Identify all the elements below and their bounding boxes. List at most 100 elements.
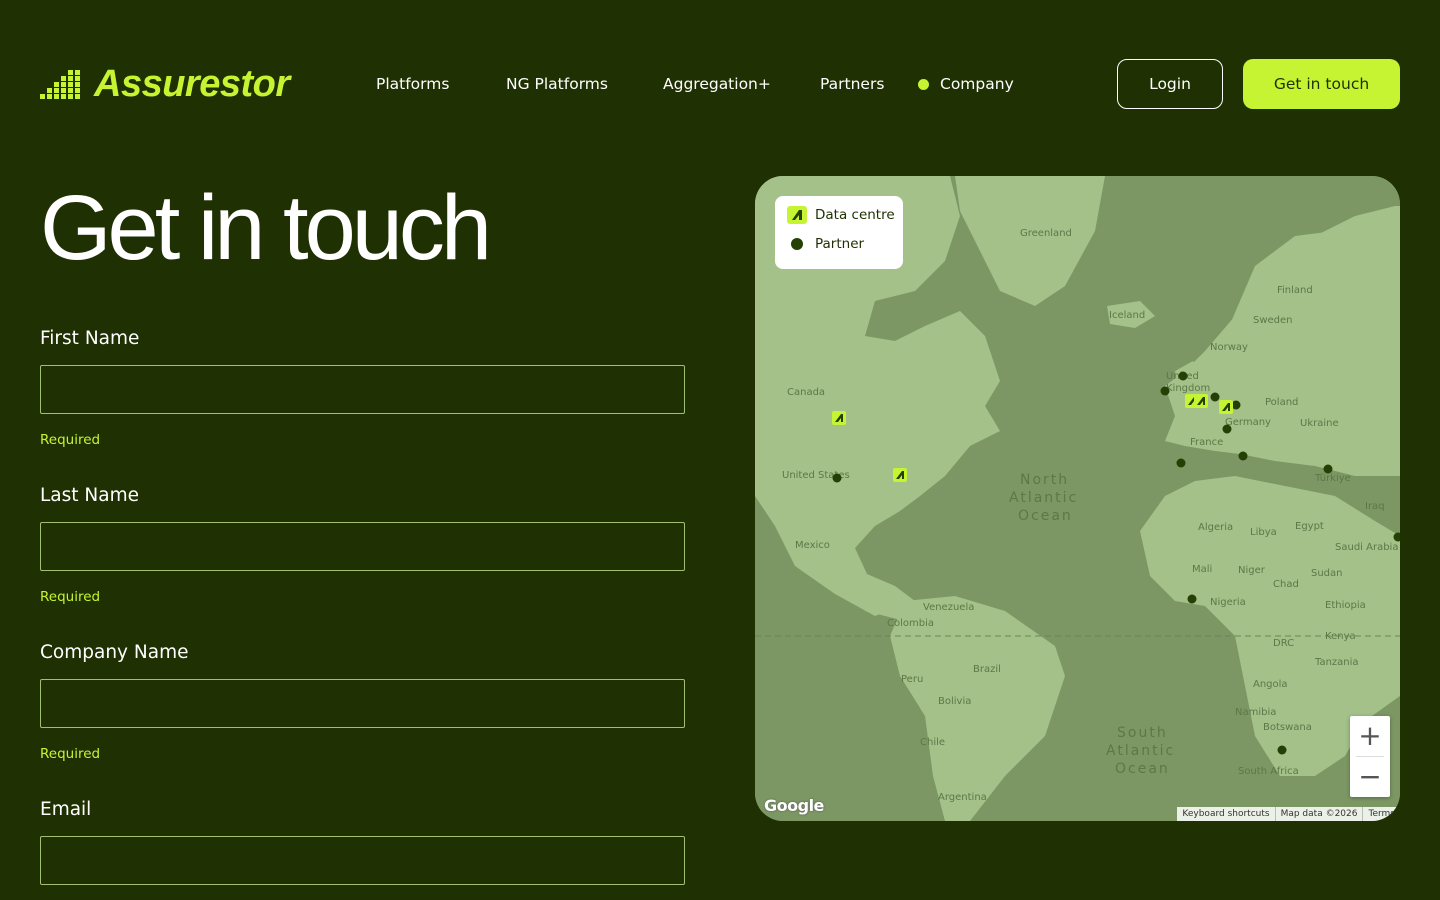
label-sweden: Sweden: [1253, 315, 1293, 326]
label-sudan: Sudan: [1311, 568, 1343, 579]
get-in-touch-button[interactable]: Get in touch: [1243, 59, 1400, 109]
label-venezuela: Venezuela: [923, 602, 974, 613]
label-saudi-arabia: Saudi Arabia: [1335, 542, 1398, 553]
legend-partner-label: Partner: [815, 236, 865, 252]
last-name-required-hint: Required: [40, 589, 101, 605]
label-greenland: Greenland: [1020, 228, 1072, 239]
nav-item-aggregation[interactable]: Aggregation+: [663, 72, 771, 96]
label-botswana: Botswana: [1263, 722, 1312, 733]
map-canvas[interactable]: Greenland Iceland Finland Sweden Norway …: [755, 176, 1400, 821]
label-canada: Canada: [787, 387, 825, 398]
nav-item-partners[interactable]: Partners: [820, 72, 884, 96]
label-niger: Niger: [1238, 565, 1266, 576]
label-poland: Poland: [1265, 397, 1298, 408]
nav-item-company[interactable]: Company: [940, 72, 1014, 96]
data-centre-marker: [832, 411, 846, 425]
label-peru: Peru: [901, 674, 923, 685]
legend-data-centre: Data centre: [787, 206, 895, 224]
label-norway: Norway: [1210, 342, 1248, 353]
label-egypt: Egypt: [1295, 521, 1324, 532]
partner-marker: [832, 473, 842, 483]
label-nigeria: Nigeria: [1210, 597, 1246, 608]
page-title: Get in touch: [40, 177, 492, 279]
map-attribution: Keyboard shortcuts Map data ©2026 Terms: [1177, 807, 1400, 821]
nav-item-ng-platforms[interactable]: NG Platforms: [506, 72, 608, 96]
label-mali: Mali: [1192, 564, 1212, 575]
last-name-group: Last Name Required: [40, 484, 685, 605]
partner-marker: [1178, 371, 1188, 381]
map-data-label: Map data ©2026: [1274, 807, 1363, 821]
partner-dot-icon: [791, 238, 803, 250]
zoom-out-button[interactable]: −: [1350, 757, 1390, 797]
email-input[interactable]: [40, 836, 685, 885]
legend-partner: Partner: [787, 236, 864, 252]
label-angola: Angola: [1253, 679, 1288, 690]
label-iraq: Iraq: [1365, 501, 1385, 512]
label-south-atlantic-2: Atlantic: [1106, 743, 1175, 759]
label-mexico: Mexico: [795, 540, 830, 551]
partner-marker: [1222, 424, 1232, 434]
label-chad: Chad: [1273, 579, 1299, 590]
label-colombia: Colombia: [887, 618, 934, 629]
data-centre-marker: [1194, 394, 1208, 408]
legend-data-centre-label: Data centre: [815, 207, 895, 223]
first-name-input[interactable]: [40, 365, 685, 414]
label-north-atlantic-2: Atlantic: [1009, 490, 1078, 506]
partner-marker: [1238, 451, 1248, 461]
label-namibia: Namibia: [1235, 707, 1276, 718]
company-name-required-hint: Required: [40, 746, 101, 762]
label-kenya: Kenya: [1325, 631, 1356, 642]
label-ethiopia: Ethiopia: [1325, 600, 1366, 611]
first-name-required-hint: Required: [40, 432, 101, 448]
nav-item-platforms[interactable]: Platforms: [376, 72, 449, 96]
logo-mark-icon: [40, 70, 80, 99]
partner-marker: [1210, 392, 1220, 402]
data-centre-icon: [787, 206, 807, 224]
partner-marker: [1187, 594, 1197, 604]
label-chile: Chile: [920, 737, 945, 748]
zoom-in-button[interactable]: +: [1350, 716, 1390, 756]
logo-text: Assurestor: [94, 63, 290, 105]
label-turkiye: Türkiye: [1314, 473, 1351, 484]
email-group: Email: [40, 798, 685, 885]
label-uk-2: Kingdom: [1166, 383, 1210, 394]
label-finland: Finland: [1277, 285, 1313, 296]
label-tanzania: Tanzania: [1314, 657, 1359, 668]
label-north-atlantic-3: Ocean: [1018, 508, 1073, 524]
data-centre-marker: [1219, 400, 1233, 414]
label-brazil: Brazil: [973, 664, 1001, 675]
label-south-atlantic-1: South: [1117, 725, 1168, 741]
label-germany: Germany: [1225, 417, 1271, 428]
label-south-atlantic-3: Ocean: [1115, 761, 1170, 777]
label-algeria: Algeria: [1198, 522, 1233, 533]
company-name-group: Company Name Required: [40, 641, 685, 762]
logo[interactable]: Assurestor: [40, 64, 290, 104]
partner-marker: [1160, 386, 1170, 396]
data-centre-marker: [893, 468, 907, 482]
site-header: Assurestor Platforms NG Platforms Aggreg…: [0, 0, 1440, 170]
label-argentina: Argentina: [938, 792, 987, 803]
last-name-input[interactable]: [40, 522, 685, 571]
active-indicator-dot: [918, 79, 929, 90]
google-logo[interactable]: Google: [764, 796, 824, 815]
login-button[interactable]: Login: [1117, 59, 1223, 109]
label-ukraine: Ukraine: [1300, 418, 1339, 429]
first-name-group: First Name Required: [40, 327, 685, 448]
zoom-control: + −: [1350, 716, 1390, 797]
locations-map[interactable]: Greenland Iceland Finland Sweden Norway …: [755, 176, 1400, 821]
label-drc: DRC: [1273, 638, 1294, 649]
partner-marker: [1176, 458, 1186, 468]
label-north-atlantic-1: North: [1020, 472, 1069, 488]
label-iceland: Iceland: [1109, 310, 1145, 321]
label-south-africa: South Africa: [1238, 766, 1299, 777]
label-france: France: [1190, 437, 1223, 448]
label-bolivia: Bolivia: [938, 696, 971, 707]
terms-link[interactable]: Terms: [1362, 807, 1400, 821]
map-legend: Data centre Partner: [775, 196, 903, 269]
company-name-input[interactable]: [40, 679, 685, 728]
partner-marker: [1277, 745, 1287, 755]
partner-marker: [1323, 464, 1333, 474]
keyboard-shortcuts-link[interactable]: Keyboard shortcuts: [1177, 807, 1274, 821]
company-name-label: Company Name: [40, 642, 189, 663]
email-label: Email: [40, 799, 92, 820]
